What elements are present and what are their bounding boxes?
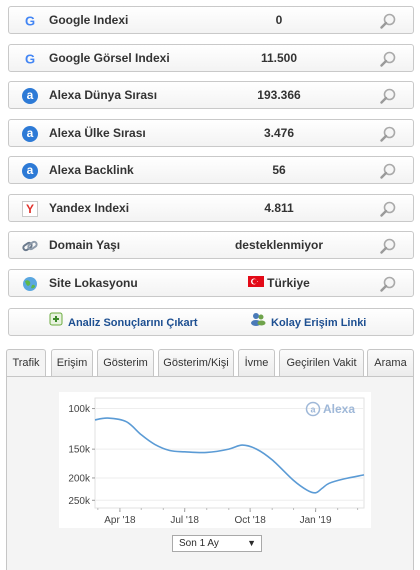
x-tick-label: Jul '18 [170,515,199,526]
row-label: Google Görsel Indexi [49,50,170,65]
row-value: 4.811 [264,200,294,215]
link-icon [22,238,38,254]
row-domain-age: Domain Yaşı desteklenmiyor [8,231,414,259]
tab-momentum[interactable]: İvme [238,349,275,377]
easy-access-link-label: Kolay Erişim Linki [271,317,367,329]
period-select[interactable]: Son 1 Ay ▼ [172,535,262,552]
magnifier-icon[interactable] [379,237,397,255]
svg-text:G: G [25,14,35,29]
x-tick-label: Jan '19 [300,515,332,526]
alexa-watermark-text: Alexa [323,402,355,416]
chevron-down-icon: ▼ [247,538,256,548]
action-bar: Analiz Sonuçlarını Çıkart Kolay Erişim L… [8,308,414,336]
y-tick-label: 100k [68,404,91,415]
location-value: Türkiye [189,270,369,297]
yandex-icon: Y [22,200,38,217]
row-google-image-index: G Google Görsel Indexi 11.500 [8,43,414,72]
row-label: Domain Yaşı [49,238,121,252]
users-icon [250,309,266,337]
row-value: desteklenmiyor [234,238,324,252]
alexa-icon: a [22,163,38,179]
magnifier-icon[interactable] [379,50,397,68]
row-value: 11.500 [260,50,298,65]
row-alexa-world-rank: a Alexa Dünya Sırası 193.366 [8,81,414,109]
turkey-flag-icon [248,270,265,296]
row-yandex-index: Y Yandex Indexi 4.811 [8,193,414,222]
row-google-index: G Google Indexi 0 [8,6,414,34]
row-site-location: Site Lokasyonu Türkiye [8,268,414,297]
row-value: 0 [275,13,283,27]
google-icon: G [22,51,38,67]
magnifier-icon[interactable] [379,275,397,293]
y-tick-label: 200k [68,473,91,484]
svg-text:G: G [25,51,35,66]
metrics-list: G Google Indexi 0 G Google Görsel Indexi… [8,6,414,306]
y-tick-label: 250k [68,496,91,507]
traffic-chart: 100k 150k 200k 250k Apr '18 Jul '18 Oct '18 Jan… [59,392,371,528]
magnifier-icon[interactable] [379,125,397,143]
row-value: 3.476 [263,125,295,140]
export-icon [49,309,63,337]
row-label: Site Lokasyonu [49,275,138,290]
magnifier-icon[interactable] [379,162,397,180]
tab-search[interactable]: Arama [367,349,414,377]
chart-svg: 100k 150k 200k 250k Apr '18 Jul '18 Oct '18 Jan… [68,397,365,526]
row-value: 56 [272,163,286,177]
alexa-icon: a [22,125,38,142]
easy-access-link-button[interactable]: Kolay Erişim Linki [250,309,366,337]
row-label: Google Indexi [49,13,129,27]
chart-tabs: Trafik Erişim Gösterim Gösterim/Kişi İvm… [6,349,414,377]
globe-icon [22,276,38,292]
row-value: Türkiye [267,275,310,290]
alexa-icon: a [22,88,38,104]
row-alexa-backlink: a Alexa Backlink 56 [8,156,414,184]
row-label: Yandex Indexi [49,200,130,215]
row-value: 193.366 [257,88,301,102]
x-tick-label: Oct '18 [234,515,266,526]
x-tick-label: Apr '18 [104,515,136,526]
google-icon: G [22,13,38,29]
tab-reach[interactable]: Erişim [51,349,93,377]
magnifier-icon[interactable] [379,12,397,30]
magnifier-icon[interactable] [379,200,397,218]
tab-traffic[interactable]: Trafik [6,349,46,377]
tab-time-on-site[interactable]: Geçirilen Vakit [279,349,364,377]
y-tick-label: 150k [68,445,91,456]
export-results-label: Analiz Sonuçlarını Çıkart [68,317,198,329]
tab-pageviews[interactable]: Gösterim [97,349,154,377]
row-label: Alexa Backlink [49,163,134,177]
period-value: Son 1 Ay [179,538,219,549]
row-label: Alexa Ülke Sırası [49,125,146,140]
row-label: Alexa Dünya Sırası [49,88,158,102]
row-alexa-country-rank: a Alexa Ülke Sırası 3.476 [8,118,414,147]
tab-pageviews-per-user[interactable]: Gösterim/Kişi [158,349,234,377]
chart-panel: 100k 150k 200k 250k Apr '18 Jul '18 Oct '18 Jan… [6,376,414,570]
magnifier-icon[interactable] [379,87,397,105]
export-results-button[interactable]: Analiz Sonuçlarını Çıkart [49,309,198,337]
